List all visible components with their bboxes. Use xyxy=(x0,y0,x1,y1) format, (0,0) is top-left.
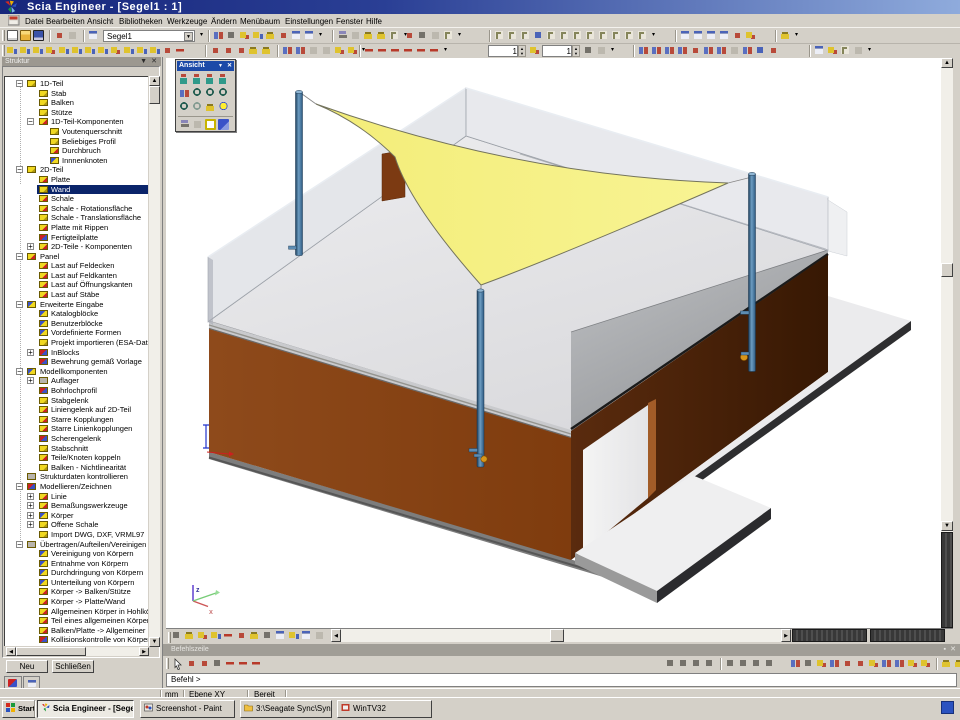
svg-text:z: z xyxy=(196,587,200,594)
svg-text:x: x xyxy=(209,609,213,616)
